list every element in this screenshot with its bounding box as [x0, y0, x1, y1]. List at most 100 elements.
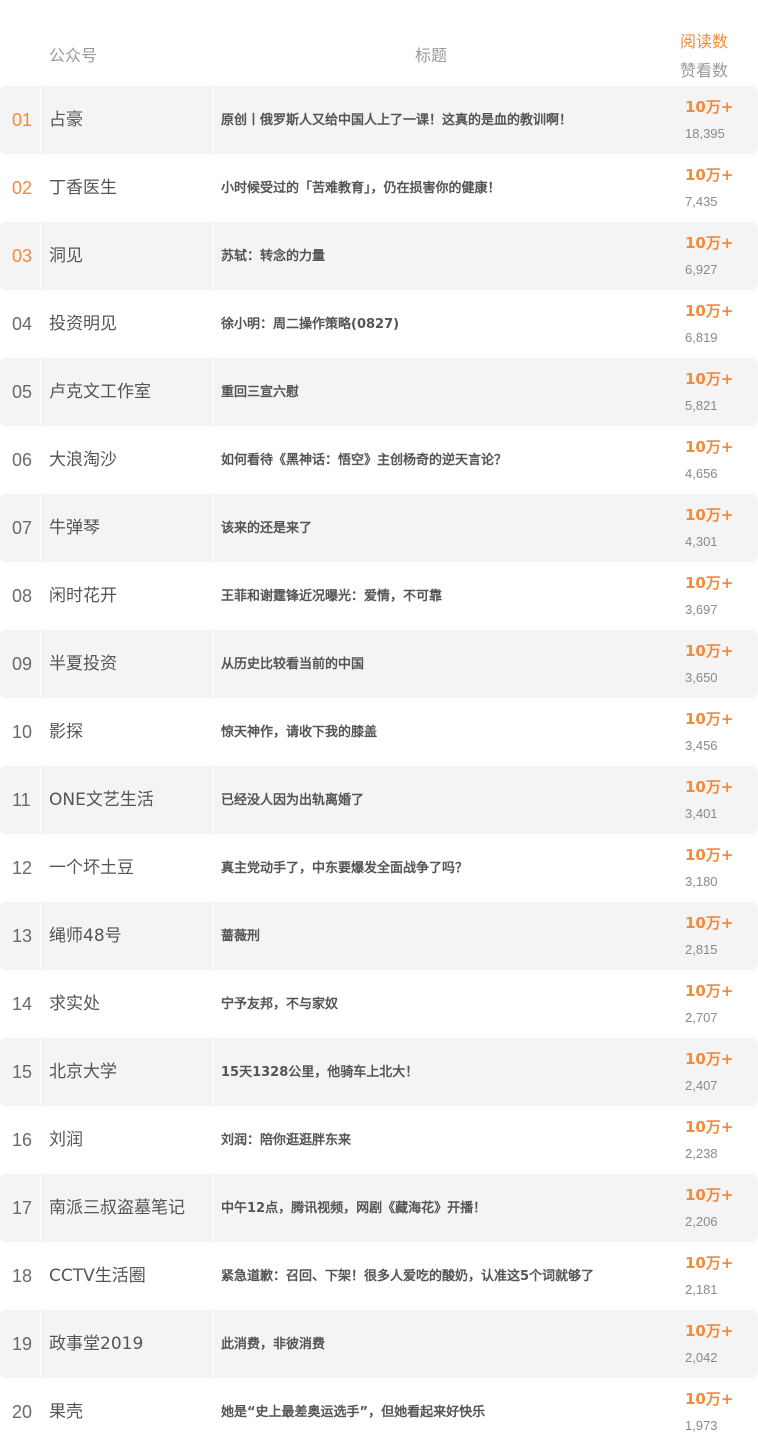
account-name[interactable]: 求实处	[49, 970, 100, 1038]
account-name[interactable]: 一个坏土豆	[49, 834, 134, 902]
article-title[interactable]: 她是“史上最差奥运选手”，但她看起来好快乐	[221, 1400, 485, 1425]
account-name[interactable]: 丁香医生	[49, 154, 117, 222]
article-title-cell[interactable]: 刘润：陪你逛逛胖东来	[221, 1106, 641, 1174]
column-header-likes[interactable]: 赞看数	[680, 57, 728, 81]
table-row[interactable]: 14 求实处 宁予友邦，不与家奴 10万+ 2,707	[0, 970, 758, 1038]
article-title[interactable]: 紧急道歉：召回、下架！很多人爱吃的酸奶，认准这5个词就够了	[221, 1264, 594, 1289]
article-title[interactable]: 小时候受过的「苦难教育」，仍在损害你的健康！	[221, 176, 501, 201]
row-divider	[40, 494, 41, 562]
table-row[interactable]: 18 CCTV生活圈 紧急道歉：召回、下架！很多人爱吃的酸奶，认准这5个词就够了 10…	[0, 1242, 758, 1310]
article-title-cell[interactable]: 紧急道歉：召回、下架！很多人爱吃的酸奶，认准这5个词就够了	[221, 1242, 641, 1310]
article-title[interactable]: 从历史比较看当前的中国	[221, 652, 364, 677]
table-row[interactable]: 15 北京大学 15天1328公里，他骑车上北大！ 10万+ 2,407	[0, 1038, 758, 1106]
account-name[interactable]: CCTV生活圈	[49, 1242, 146, 1310]
table-row[interactable]: 12 一个坏土豆 真主党动手了，中东要爆发全面战争了吗？ 10万+ 3,180	[0, 834, 758, 902]
read-count: 10万+	[685, 438, 734, 456]
account-name[interactable]: 刘润	[49, 1106, 83, 1174]
article-title[interactable]: 此消费，非彼消费	[221, 1332, 325, 1357]
article-title-cell[interactable]: 该来的还是来了	[221, 494, 641, 562]
article-title[interactable]: 原创丨俄罗斯人又给中国人上了一课！这真的是血的教训啊！	[221, 108, 572, 133]
account-name[interactable]: 牛弹琴	[49, 494, 100, 562]
account-name[interactable]: 卢克文工作室	[49, 358, 151, 426]
account-name[interactable]: 占豪	[49, 86, 83, 154]
account-name[interactable]: 南派三叔盗墓笔记	[49, 1174, 185, 1242]
article-title[interactable]: 重回三宣六慰	[221, 380, 299, 405]
table-row[interactable]: 07 牛弹琴 该来的还是来了 10万+ 4,301	[0, 494, 758, 562]
article-title-cell[interactable]: 王菲和谢霆锋近况曝光：爱情，不可靠	[221, 562, 641, 630]
article-title-cell[interactable]: 原创丨俄罗斯人又给中国人上了一课！这真的是血的教训啊！	[221, 86, 641, 154]
account-name[interactable]: 绳师48号	[49, 902, 122, 970]
article-title-cell[interactable]: 她是“史上最差奥运选手”，但她看起来好快乐	[221, 1378, 641, 1446]
table-row[interactable]: 09 半夏投资 从历史比较看当前的中国 10万+ 3,650	[0, 630, 758, 698]
article-title-cell[interactable]: 蔷薇刑	[221, 902, 641, 970]
row-divider	[213, 970, 214, 1038]
like-count: 6,927	[685, 262, 718, 277]
like-count: 2,815	[685, 942, 718, 957]
article-title-cell[interactable]: 苏轼：转念的力量	[221, 222, 641, 290]
article-title[interactable]: 蔷薇刑	[221, 924, 260, 949]
rank-number: 15	[12, 1062, 33, 1082]
article-title-cell[interactable]: 宁予友邦，不与家奴	[221, 970, 641, 1038]
read-count: 10万+	[685, 1390, 734, 1408]
account-name[interactable]: 政事堂2019	[49, 1310, 143, 1378]
table-row[interactable]: 17 南派三叔盗墓笔记 中午12点，腾讯视频，网剧《藏海花》开播！ 10万+ 2,206	[0, 1174, 758, 1242]
article-title[interactable]: 王菲和谢霆锋近况曝光：爱情，不可靠	[221, 584, 442, 609]
table-row[interactable]: 20 果壳 她是“史上最差奥运选手”，但她看起来好快乐 10万+ 1,973	[0, 1378, 758, 1446]
article-title-cell[interactable]: 从历史比较看当前的中国	[221, 630, 641, 698]
article-title[interactable]: 惊天神作，请收下我的膝盖	[221, 720, 377, 745]
account-name[interactable]: ONE文艺生活	[49, 766, 154, 834]
article-title-cell[interactable]: 徐小明：周二操作策略(0827)	[221, 290, 641, 358]
article-title-cell[interactable]: 重回三宣六慰	[221, 358, 641, 426]
account-name[interactable]: 半夏投资	[49, 630, 117, 698]
row-divider	[40, 86, 41, 154]
table-row[interactable]: 11 ONE文艺生活 已经没人因为出轨离婚了 10万+ 3,401	[0, 766, 758, 834]
article-title[interactable]: 已经没人因为出轨离婚了	[221, 788, 364, 813]
article-title[interactable]: 徐小明：周二操作策略(0827)	[221, 312, 399, 337]
article-title-cell[interactable]: 如何看待《黑神话：悟空》主创杨奇的逆天言论？	[221, 426, 641, 494]
account-name[interactable]: 果壳	[49, 1378, 83, 1446]
table-row[interactable]: 08 闲时花开 王菲和谢霆锋近况曝光：爱情，不可靠 10万+ 3,697	[0, 562, 758, 630]
article-title-cell[interactable]: 小时候受过的「苦难教育」，仍在损害你的健康！	[221, 154, 641, 222]
table-row[interactable]: 01 占豪 原创丨俄罗斯人又给中国人上了一课！这真的是血的教训啊！ 10万+ 18,39…	[0, 86, 758, 154]
rank-number: 11	[12, 790, 31, 810]
rank-number: 03	[12, 246, 33, 266]
article-title[interactable]: 宁予友邦，不与家奴	[221, 992, 338, 1017]
article-title[interactable]: 如何看待《黑神话：悟空》主创杨奇的逆天言论？	[221, 448, 507, 473]
account-name[interactable]: 洞见	[49, 222, 83, 290]
article-title-cell[interactable]: 15天1328公里，他骑车上北大！	[221, 1038, 641, 1106]
rank-number: 01	[12, 110, 33, 130]
table-row[interactable]: 04 投资明见 徐小明：周二操作策略(0827) 10万+ 6,819	[0, 290, 758, 358]
table-row[interactable]: 02 丁香医生 小时候受过的「苦难教育」，仍在损害你的健康！ 10万+ 7,435	[0, 154, 758, 222]
table-row[interactable]: 13 绳师48号 蔷薇刑 10万+ 2,815	[0, 902, 758, 970]
account-name[interactable]: 投资明见	[49, 290, 117, 358]
column-header-reads[interactable]: 阅读数	[680, 28, 728, 52]
rank-number: 06	[12, 450, 33, 470]
table-row[interactable]: 16 刘润 刘润：陪你逛逛胖东来 10万+ 2,238	[0, 1106, 758, 1174]
account-name[interactable]: 北京大学	[49, 1038, 117, 1106]
table-row[interactable]: 19 政事堂2019 此消费，非彼消费 10万+ 2,042	[0, 1310, 758, 1378]
table-row[interactable]: 03 洞见 苏轼：转念的力量 10万+ 6,927	[0, 222, 758, 290]
article-title[interactable]: 中午12点，腾讯视频，网剧《藏海花》开播！	[221, 1196, 486, 1221]
account-name[interactable]: 影探	[49, 698, 83, 766]
article-title[interactable]: 该来的还是来了	[221, 516, 312, 541]
row-divider	[40, 562, 41, 630]
article-title-cell[interactable]: 真主党动手了，中东要爆发全面战争了吗？	[221, 834, 641, 902]
article-title-cell[interactable]: 惊天神作，请收下我的膝盖	[221, 698, 641, 766]
read-count: 10万+	[685, 914, 734, 932]
rank-number: 05	[12, 382, 33, 402]
table-row[interactable]: 06 大浪淘沙 如何看待《黑神话：悟空》主创杨奇的逆天言论？ 10万+ 4,656	[0, 426, 758, 494]
article-title[interactable]: 刘润：陪你逛逛胖东来	[221, 1128, 351, 1153]
article-title[interactable]: 真主党动手了，中东要爆发全面战争了吗？	[221, 856, 468, 881]
article-title-cell[interactable]: 此消费，非彼消费	[221, 1310, 641, 1378]
table-row[interactable]: 10 影探 惊天神作，请收下我的膝盖 10万+ 3,456	[0, 698, 758, 766]
article-title[interactable]: 苏轼：转念的力量	[221, 244, 325, 269]
row-divider	[213, 358, 214, 426]
article-title-cell[interactable]: 中午12点，腾讯视频，网剧《藏海花》开播！	[221, 1174, 641, 1242]
row-divider	[213, 1106, 214, 1174]
article-title-cell[interactable]: 已经没人因为出轨离婚了	[221, 766, 641, 834]
account-name[interactable]: 闲时花开	[49, 562, 117, 630]
table-row[interactable]: 05 卢克文工作室 重回三宣六慰 10万+ 5,821	[0, 358, 758, 426]
row-divider	[40, 1174, 41, 1242]
article-title[interactable]: 15天1328公里，他骑车上北大！	[221, 1060, 418, 1085]
account-name[interactable]: 大浪淘沙	[49, 426, 117, 494]
